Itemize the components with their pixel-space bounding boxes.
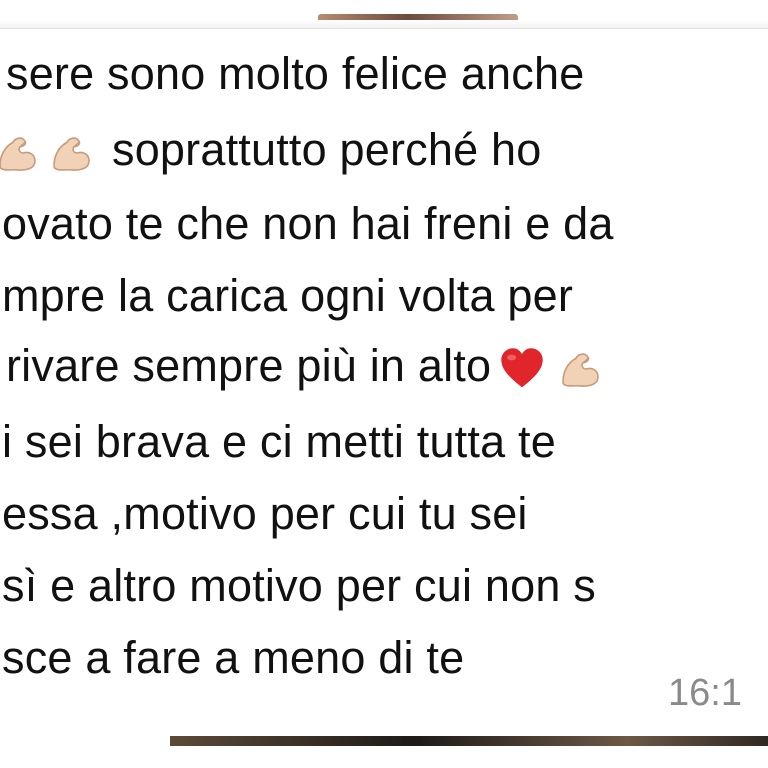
- message-line-4: mpre la carica ogni volta per: [2, 270, 574, 321]
- message-line-6: i sei brava e ci metti tutta te: [2, 416, 556, 467]
- message-text: sere sono molto felice anche soprattutto…: [0, 48, 768, 708]
- message-timestamp: 16:1: [668, 672, 742, 714]
- background-photo-bottom: [170, 736, 768, 746]
- message-line-2: soprattutto perché ho: [0, 124, 541, 176]
- flexed-biceps-icon: [53, 137, 90, 171]
- message-line-9: sce a fare a meno di te: [2, 632, 465, 683]
- message-line-8: sì e altro motivo per cui non s: [2, 560, 596, 611]
- message-line-5: rivare sempre più in alto: [6, 340, 607, 392]
- message-line-3: ovato te che non hai freni e da: [2, 198, 614, 249]
- message-line-2-text: soprattutto perché ho: [112, 124, 542, 175]
- flexed-biceps-icon: [0, 137, 36, 171]
- red-heart-icon: [501, 348, 543, 388]
- message-line-7: essa ,motivo per cui tu sei: [2, 488, 528, 539]
- message-line-1: sere sono molto felice anche: [6, 48, 585, 99]
- message-line-5-text: rivare sempre più in alto: [6, 340, 492, 391]
- flexed-biceps-icon: [562, 353, 599, 387]
